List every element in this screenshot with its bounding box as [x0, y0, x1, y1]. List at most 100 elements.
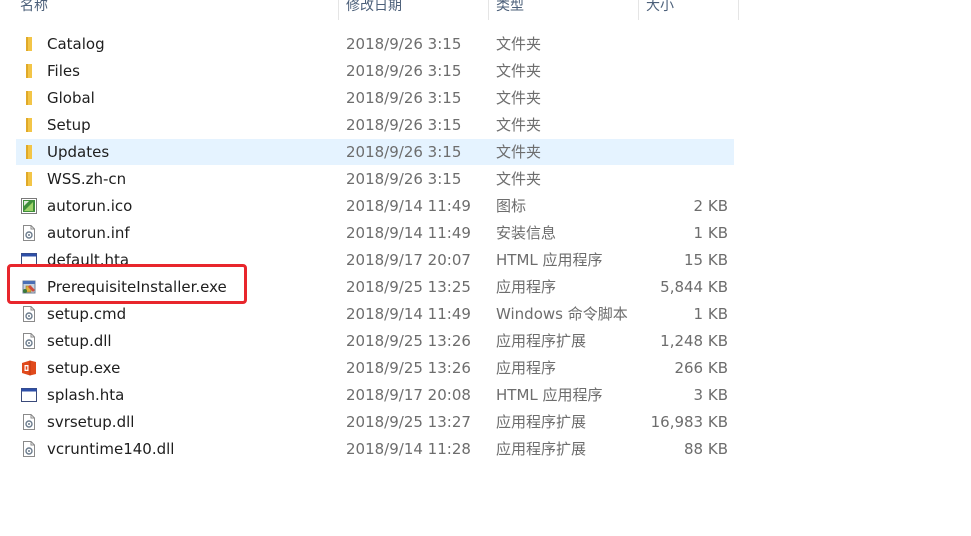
file-modified: 2018/9/17 20:07: [346, 251, 471, 269]
file-size: [636, 166, 728, 192]
file-name: autorun.ico: [47, 197, 133, 215]
file-size: [636, 31, 728, 57]
file-type: 文件夹: [496, 62, 542, 80]
column-divider[interactable]: [738, 0, 739, 20]
file-size: [636, 112, 728, 138]
file-row[interactable]: setup.cmd 2018/9/14 11:49 Windows 命令脚本 1…: [16, 301, 734, 327]
file-modified: 2018/9/26 3:15: [346, 143, 462, 161]
column-header-name[interactable]: 名称: [20, 0, 320, 22]
file-row[interactable]: splash.hta 2018/9/17 20:08 HTML 应用程序 3 K…: [16, 382, 734, 408]
folder-icon: [26, 37, 32, 51]
file-row[interactable]: WSS.zh-cn 2018/9/26 3:15 文件夹: [16, 166, 734, 192]
file-name: vcruntime140.dll: [47, 440, 175, 458]
file-name: autorun.inf: [47, 224, 130, 242]
file-modified: 2018/9/26 3:15: [346, 62, 462, 80]
folder-icon: [26, 118, 32, 132]
settings-file-icon: [23, 414, 35, 430]
file-row[interactable]: setup.dll 2018/9/25 13:26 应用程序扩展 1,248 K…: [16, 328, 734, 354]
file-row[interactable]: vcruntime140.dll 2018/9/14 11:28 应用程序扩展 …: [16, 436, 734, 462]
file-explorer-view: 名称 修改日期 类型 大小 Catalog 2018/9/26 3:15 文件夹: [0, 0, 971, 536]
file-type: 应用程序: [496, 359, 557, 377]
image-file-icon: [21, 198, 37, 214]
installer-icon: [22, 280, 36, 294]
file-size: 88 KB: [684, 440, 728, 458]
file-modified: 2018/9/26 3:15: [346, 35, 462, 53]
file-size: 5,844 KB: [660, 278, 728, 296]
file-size: 1 KB: [693, 224, 728, 242]
file-type: 安装信息: [496, 224, 557, 242]
column-divider[interactable]: [338, 0, 339, 20]
column-header-type[interactable]: 类型: [496, 0, 631, 22]
file-row-selected[interactable]: Updates 2018/9/26 3:15 文件夹: [16, 139, 734, 165]
file-name: Updates: [47, 143, 110, 161]
file-modified: 2018/9/14 11:28: [346, 440, 471, 458]
column-divider[interactable]: [488, 0, 489, 20]
file-name: svrsetup.dll: [47, 413, 135, 431]
file-modified: 2018/9/25 13:26: [346, 332, 471, 350]
file-name: splash.hta: [47, 386, 125, 404]
file-name: PrerequisiteInstaller.exe: [47, 278, 227, 296]
file-name: Global: [47, 89, 95, 107]
file-size: 1,248 KB: [660, 332, 728, 350]
file-type: 文件夹: [496, 143, 542, 161]
folder-icon: [26, 91, 32, 105]
file-modified: 2018/9/14 11:49: [346, 197, 471, 215]
file-size: 15 KB: [684, 251, 728, 269]
file-type: 应用程序: [496, 278, 557, 296]
file-name: Setup: [47, 116, 91, 134]
settings-file-icon: [23, 333, 35, 349]
file-name: Files: [47, 62, 80, 80]
file-type: 图标: [496, 197, 527, 215]
file-type: 应用程序扩展: [496, 413, 587, 431]
column-header-modified[interactable]: 修改日期: [346, 0, 481, 22]
file-size: [636, 58, 728, 84]
file-type: HTML 应用程序: [496, 251, 603, 269]
file-name: setup.dll: [47, 332, 112, 350]
file-modified: 2018/9/25 13:26: [346, 359, 471, 377]
file-type: 应用程序扩展: [496, 332, 587, 350]
file-type: 文件夹: [496, 35, 542, 53]
settings-file-icon: [23, 306, 35, 322]
file-row[interactable]: setup.exe 2018/9/25 13:26 应用程序 266 KB: [16, 355, 734, 381]
file-size: 1 KB: [693, 305, 728, 323]
file-size: 3 KB: [693, 386, 728, 404]
file-modified: 2018/9/17 20:08: [346, 386, 471, 404]
file-row[interactable]: PrerequisiteInstaller.exe 2018/9/25 13:2…: [16, 274, 734, 300]
file-type: 文件夹: [496, 89, 542, 107]
file-modified: 2018/9/14 11:49: [346, 224, 471, 242]
file-modified: 2018/9/26 3:15: [346, 170, 462, 188]
folder-icon: [26, 172, 32, 186]
file-type: 应用程序扩展: [496, 440, 587, 458]
file-modified: 2018/9/26 3:15: [346, 89, 462, 107]
file-modified: 2018/9/25 13:25: [346, 278, 471, 296]
file-row[interactable]: Files 2018/9/26 3:15 文件夹: [16, 58, 734, 84]
folder-icon: [26, 145, 32, 159]
file-row[interactable]: Global 2018/9/26 3:15 文件夹: [16, 85, 734, 111]
file-row[interactable]: autorun.inf 2018/9/14 11:49 安装信息 1 KB: [16, 220, 734, 246]
folder-icon: [26, 64, 32, 78]
column-divider[interactable]: [638, 0, 639, 20]
file-name: WSS.zh-cn: [47, 170, 127, 188]
hta-window-icon: [21, 388, 37, 402]
file-modified: 2018/9/25 13:27: [346, 413, 471, 431]
file-row[interactable]: Catalog 2018/9/26 3:15 文件夹: [16, 31, 734, 57]
file-name: setup.cmd: [47, 305, 127, 323]
file-name: default.hta: [47, 251, 130, 269]
file-modified: 2018/9/14 11:49: [346, 305, 471, 323]
column-header-size[interactable]: 大小: [646, 0, 726, 22]
column-header-bar: 名称 修改日期 类型 大小: [0, 0, 740, 22]
file-row[interactable]: svrsetup.dll 2018/9/25 13:27 应用程序扩展 16,9…: [16, 409, 734, 435]
file-row[interactable]: autorun.ico 2018/9/14 11:49 图标 2 KB: [16, 193, 734, 219]
file-name: Catalog: [47, 35, 105, 53]
file-size: [636, 139, 728, 165]
file-size: 2 KB: [693, 197, 728, 215]
file-modified: 2018/9/26 3:15: [346, 116, 462, 134]
file-type: 文件夹: [496, 170, 542, 188]
file-type: HTML 应用程序: [496, 386, 603, 404]
file-type: 文件夹: [496, 116, 542, 134]
file-row[interactable]: Setup 2018/9/26 3:15 文件夹: [16, 112, 734, 138]
settings-file-icon: [23, 225, 35, 241]
file-row[interactable]: default.hta 2018/9/17 20:07 HTML 应用程序 15…: [16, 247, 734, 273]
hta-window-icon: [21, 253, 37, 267]
file-type: Windows 命令脚本: [496, 305, 628, 323]
